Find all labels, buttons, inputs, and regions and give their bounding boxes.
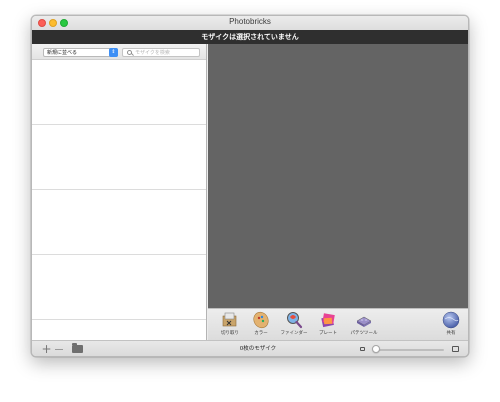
palette-icon [253,311,269,329]
zoom-slider-thumb[interactable] [372,345,381,353]
plate-icon [321,313,335,328]
list-row-divider [32,124,206,125]
mosaic-list-panel: 新規に並べる ⇕ [32,44,207,340]
search-icon [127,50,132,55]
color-tool-label: カラー [254,331,268,336]
brick-tool-button[interactable]: パテツツール [345,311,383,341]
title-bar[interactable]: Photobricks [32,16,468,30]
crop-tool-label: 切り取り [221,331,239,336]
finder-tool-button[interactable]: ファインダー [279,311,309,341]
remove-mosaic-button[interactable] [55,349,63,350]
plate-tool-button[interactable]: プレート [313,311,343,341]
zoom-out-icon[interactable] [360,347,365,351]
magnifier-icon [287,312,303,329]
share-button[interactable]: 共有 [436,311,466,341]
search-field[interactable] [122,48,200,57]
share-globe-icon [442,311,460,329]
select-arrows-icon: ⇕ [109,48,118,57]
share-label: 共有 [446,331,456,336]
list-row-divider [32,254,206,255]
zoom-slider[interactable] [374,349,444,351]
mosaic-count-label: 0枚のモザイク [239,346,277,352]
finder-tool-label: ファインダー [280,331,308,336]
tools-toolbar: 切り取り カラー ファインダー プレート パテツツール 共有 [208,308,468,341]
sort-order-select[interactable]: 新規に並べる ⇕ [43,48,118,57]
selection-status-bar: モザイクは選択されていません [32,30,468,44]
brick-tool-icon [356,316,372,327]
plate-tool-label: プレート [319,331,337,336]
crop-icon [222,312,237,327]
folder-icon[interactable] [72,343,83,353]
list-toolbar: 新規に並べる ⇕ [32,44,206,60]
app-window: Photobricks モザイクは選択されていません 新規に並べる ⇕ モザイク… [31,15,469,357]
sort-order-label: 新規に並べる [47,50,78,56]
crop-tool-button[interactable]: 切り取り [215,311,245,341]
mosaic-preview-canvas [208,44,468,308]
list-row-divider [32,319,206,320]
mosaic-search-input[interactable] [135,49,197,56]
list-row-divider [32,189,206,190]
zoom-in-icon[interactable] [452,346,459,352]
color-tool-button[interactable]: カラー [246,311,276,341]
window-title: Photobricks [229,17,271,26]
add-mosaic-button[interactable]: + [41,343,52,355]
brick-tool-label: パテツツール [350,331,378,336]
bottom-bar: + 0枚のモザイク [32,340,468,356]
